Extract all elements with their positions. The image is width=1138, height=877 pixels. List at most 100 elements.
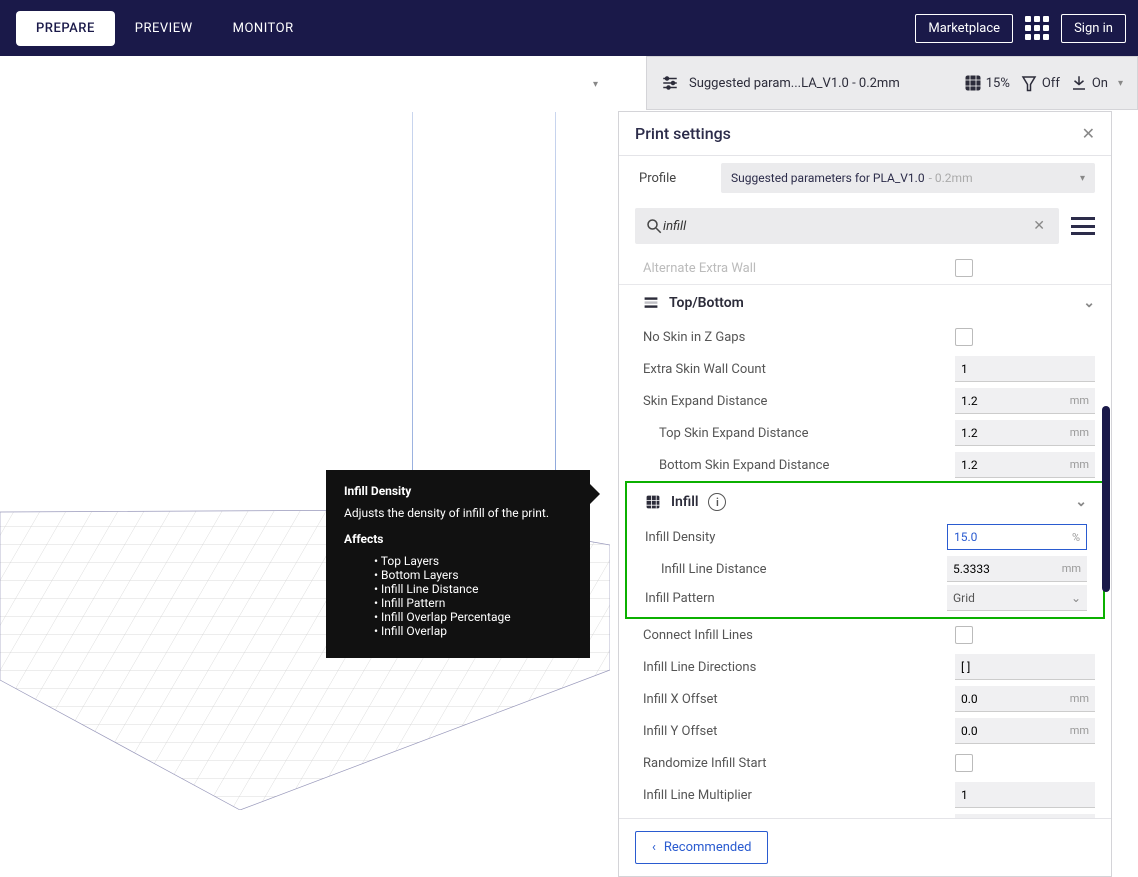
value-input[interactable] bbox=[961, 788, 1089, 802]
input-field[interactable] bbox=[955, 782, 1095, 808]
tooltip-title: Infill Density bbox=[344, 484, 572, 498]
setting-infill-line-directions: Infill Line Directions bbox=[619, 651, 1111, 683]
select-value: Grid bbox=[953, 591, 975, 605]
tab-preview[interactable]: PREVIEW bbox=[115, 11, 213, 46]
setting-label: Infill Y Offset bbox=[643, 724, 955, 739]
setting-no-skin-z-gaps: No Skin in Z Gaps bbox=[619, 321, 1111, 353]
setting-extra-infill-wall-count: Extra Infill Wall Count bbox=[619, 811, 1111, 818]
recommended-button[interactable]: ‹ Recommended bbox=[635, 831, 768, 864]
checkbox[interactable] bbox=[955, 626, 973, 644]
setting-infill-line-distance: Infill Line Distance mm bbox=[627, 553, 1103, 585]
clear-search-icon[interactable]: ✕ bbox=[1029, 218, 1049, 234]
setting-label: Connect Infill Lines bbox=[643, 628, 955, 643]
signin-button[interactable]: Sign in bbox=[1061, 14, 1126, 43]
setting-label: Infill Pattern bbox=[645, 591, 947, 606]
value-input[interactable] bbox=[961, 660, 1089, 674]
params-support: Off bbox=[1020, 74, 1060, 92]
close-icon[interactable]: ✕ bbox=[1082, 124, 1095, 143]
apps-icon[interactable] bbox=[1025, 16, 1049, 40]
chevron-down-icon: ⌄ bbox=[1083, 295, 1095, 311]
tab-monitor[interactable]: MONITOR bbox=[213, 11, 314, 46]
params-summary: Suggested param...LA_V1.0 - 0.2mm bbox=[689, 76, 900, 91]
input-field[interactable]: mm bbox=[955, 686, 1095, 712]
menu-icon[interactable] bbox=[1071, 217, 1095, 235]
value-input[interactable] bbox=[961, 394, 1070, 408]
tooltip-affects-item: Infill Overlap bbox=[374, 624, 572, 638]
search-icon bbox=[645, 217, 663, 235]
infill-icon bbox=[645, 494, 661, 510]
info-icon[interactable]: i bbox=[708, 493, 726, 511]
unit-label: mm bbox=[1070, 458, 1089, 471]
tooltip-infill-density: Infill Density Adjusts the density of in… bbox=[326, 470, 590, 658]
select-field[interactable]: Grid⌄ bbox=[947, 585, 1087, 611]
setting-label: Alternate Extra Wall bbox=[643, 261, 955, 276]
value-input[interactable] bbox=[953, 562, 1062, 576]
profile-select[interactable]: Suggested parameters for PLA_V1.0 - 0.2m… bbox=[721, 163, 1095, 193]
search-input[interactable] bbox=[663, 219, 1029, 234]
unit-label: % bbox=[1072, 531, 1080, 544]
setting-label: Infill Line Distance bbox=[661, 562, 947, 577]
chevron-down-icon: ▾ bbox=[1118, 78, 1123, 89]
tooltip-affects-label: Affects bbox=[344, 532, 572, 546]
section-title: Infill bbox=[671, 494, 698, 510]
input-field[interactable] bbox=[955, 654, 1095, 680]
value-input[interactable] bbox=[961, 426, 1070, 440]
input-field[interactable] bbox=[955, 356, 1095, 382]
value-input[interactable] bbox=[961, 692, 1070, 706]
input-field[interactable]: mm bbox=[955, 388, 1095, 414]
settings-scroll[interactable]: Alternate Extra Wall Top/Bottom ⌄ No Ski… bbox=[619, 252, 1111, 818]
section-title: Top/Bottom bbox=[669, 295, 744, 311]
marketplace-button[interactable]: Marketplace bbox=[915, 14, 1013, 43]
checkbox[interactable] bbox=[955, 259, 973, 277]
tooltip-affects-item: Infill Line Distance bbox=[374, 582, 572, 596]
setting-label: Randomize Infill Start bbox=[643, 756, 955, 771]
input-field[interactable]: mm bbox=[955, 452, 1095, 478]
setting-label: Infill X Offset bbox=[643, 692, 955, 707]
checkbox[interactable] bbox=[955, 754, 973, 772]
params-main[interactable]: Suggested param...LA_V1.0 - 0.2mm bbox=[661, 74, 900, 92]
setting-infill-line-multiplier: Infill Line Multiplier bbox=[619, 779, 1111, 811]
input-field[interactable]: mm bbox=[955, 420, 1095, 446]
chevron-down-icon: ⌄ bbox=[1075, 494, 1087, 510]
params-infill-value: 15% bbox=[986, 76, 1010, 91]
setting-label: Skin Expand Distance bbox=[643, 394, 955, 409]
value-input[interactable] bbox=[961, 362, 1089, 376]
section-top-bottom[interactable]: Top/Bottom ⌄ bbox=[619, 284, 1111, 321]
section-infill[interactable]: Infill i ⌄ bbox=[627, 483, 1103, 521]
main-dropdown[interactable]: ▾ bbox=[0, 56, 618, 112]
setting-label: Bottom Skin Expand Distance bbox=[659, 458, 955, 473]
input-field[interactable]: mm bbox=[955, 718, 1095, 744]
mode-tabs: PREPARE PREVIEW MONITOR bbox=[16, 11, 314, 46]
print-settings-panel: Print settings ✕ Profile Suggested param… bbox=[618, 111, 1112, 877]
setting-bottom-skin-expand: Bottom Skin Expand Distance mm bbox=[619, 449, 1111, 481]
input-field[interactable]: mm bbox=[947, 556, 1087, 582]
unit-label: mm bbox=[1070, 724, 1089, 737]
panel-header: Print settings ✕ bbox=[619, 112, 1111, 156]
input-field[interactable]: % bbox=[947, 524, 1087, 550]
top-bottom-icon bbox=[643, 295, 659, 311]
setting-randomize-infill-start: Randomize Infill Start bbox=[619, 747, 1111, 779]
scrollbar-thumb[interactable] bbox=[1102, 406, 1110, 592]
setting-label: Infill Line Directions bbox=[643, 660, 955, 675]
search-box[interactable]: ✕ bbox=[635, 208, 1059, 244]
setting-label: Infill Density bbox=[645, 530, 947, 545]
value-input[interactable] bbox=[961, 458, 1070, 472]
checkbox[interactable] bbox=[955, 328, 973, 346]
print-params-bar[interactable]: Suggested param...LA_V1.0 - 0.2mm 15% Of… bbox=[646, 56, 1138, 110]
settings-sliders-icon bbox=[661, 74, 679, 92]
tooltip-affects-item: Bottom Layers bbox=[374, 568, 572, 582]
unit-label: mm bbox=[1070, 394, 1089, 407]
input-field[interactable] bbox=[955, 814, 1095, 818]
profile-row: Profile Suggested parameters for PLA_V1.… bbox=[619, 156, 1111, 200]
profile-value: Suggested parameters for PLA_V1.0 bbox=[731, 171, 925, 185]
profile-dim: - 0.2mm bbox=[929, 171, 973, 185]
chevron-down-icon: ▾ bbox=[1080, 173, 1085, 184]
tab-prepare[interactable]: PREPARE bbox=[16, 11, 115, 46]
tooltip-affects-item: Top Layers bbox=[374, 554, 572, 568]
value-input[interactable] bbox=[954, 530, 1072, 544]
infill-icon bbox=[964, 74, 982, 92]
setting-infill-y-offset: Infill Y Offset mm bbox=[619, 715, 1111, 747]
tooltip-affects-item: Infill Overlap Percentage bbox=[374, 610, 572, 624]
params-adhesion-value: On bbox=[1092, 76, 1108, 91]
value-input[interactable] bbox=[961, 724, 1070, 738]
